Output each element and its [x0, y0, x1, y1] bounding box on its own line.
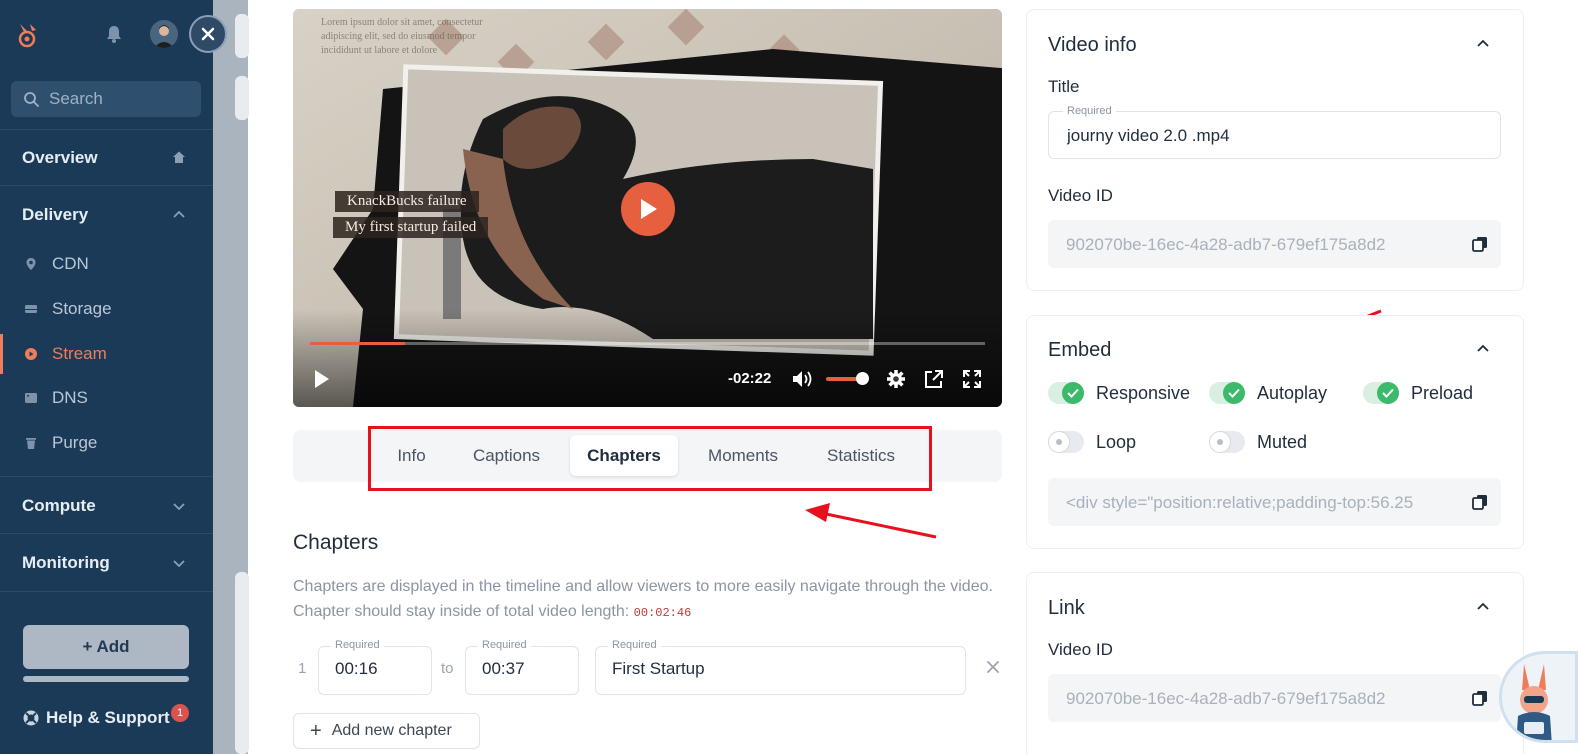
- toggle-loop[interactable]: Loop: [1048, 431, 1136, 453]
- embed-code-field: <div style="position:relative;padding-to…: [1048, 478, 1501, 526]
- title-input[interactable]: [1067, 126, 1447, 146]
- video-info-title: Video info: [1048, 34, 1137, 56]
- toggle-label: Preload: [1411, 382, 1474, 403]
- plus-icon: +: [310, 719, 322, 742]
- toggle-autoplay[interactable]: Autoplay: [1209, 382, 1327, 404]
- toggle-muted[interactable]: Muted: [1209, 431, 1307, 453]
- title-field-label: Title: [1048, 77, 1080, 96]
- close-icon: [201, 27, 215, 41]
- video-id-label: Video ID: [1048, 186, 1113, 205]
- check-icon: [1062, 382, 1084, 404]
- chevron-up-icon[interactable]: [1475, 340, 1491, 356]
- copy-icon[interactable]: [1471, 493, 1489, 511]
- chapters-title: Chapters: [293, 531, 379, 554]
- field-required-label: Required: [608, 639, 661, 651]
- toggle-responsive[interactable]: Responsive: [1048, 382, 1190, 404]
- check-icon: [1223, 382, 1245, 404]
- link-video-id-field: 902070be-16ec-4a28-adb7-679ef175a8d2: [1048, 674, 1501, 722]
- link-video-id-value: 902070be-16ec-4a28-adb7-679ef175a8d2: [1066, 689, 1386, 708]
- field-required-label: Required: [331, 639, 384, 651]
- field-required-label: Required: [1063, 105, 1116, 117]
- field-required-label: Required: [478, 639, 531, 651]
- embed-title: Embed: [1048, 339, 1112, 361]
- total-video-length: 00:02:46: [633, 606, 692, 620]
- chapter-end-field[interactable]: Required: [465, 639, 579, 695]
- to-label: to: [441, 660, 454, 677]
- chapter-end-input[interactable]: [482, 659, 572, 679]
- toggle-switch[interactable]: [1209, 431, 1245, 453]
- add-chapter-label: Add new chapter: [331, 722, 452, 739]
- annotation-arrow: [805, 503, 937, 539]
- chapter-start-input[interactable]: [335, 659, 425, 679]
- toggle-label: Muted: [1257, 431, 1308, 452]
- support-bot-icon: [1516, 664, 1552, 740]
- close-sidebar-button[interactable]: [189, 15, 227, 53]
- video-id-field: 902070be-16ec-4a28-adb7-679ef175a8d2: [1048, 220, 1501, 268]
- chapter-row-index: 1: [298, 660, 307, 677]
- link-video-id-label: Video ID: [1048, 640, 1113, 659]
- add-chapter-button[interactable]: + Add new chapter: [293, 713, 480, 749]
- link-title: Link: [1048, 597, 1085, 619]
- chapters-description: Chapters are displayed in the timeline a…: [293, 574, 993, 626]
- toggle-switch[interactable]: [1363, 382, 1399, 404]
- chevron-up-icon[interactable]: [1475, 598, 1491, 614]
- check-icon: [1377, 382, 1399, 404]
- chevron-up-icon[interactable]: [1475, 35, 1491, 51]
- embed-code-value: <div style="position:relative;padding-to…: [1066, 493, 1414, 512]
- remove-chapter-icon[interactable]: [985, 659, 1001, 675]
- video-id-value: 902070be-16ec-4a28-adb7-679ef175a8d2: [1066, 235, 1386, 254]
- toggle-label: Loop: [1096, 431, 1137, 452]
- title-field[interactable]: Required: [1048, 105, 1501, 159]
- chapter-title-input[interactable]: [612, 659, 908, 679]
- toggle-switch[interactable]: [1209, 382, 1245, 404]
- chapter-start-field[interactable]: Required: [318, 639, 432, 695]
- chapter-title-field[interactable]: Required: [595, 639, 966, 695]
- toggle-label: Autoplay: [1257, 382, 1328, 403]
- toggle-label: Responsive: [1096, 382, 1191, 403]
- copy-icon[interactable]: [1471, 689, 1489, 707]
- toggle-knob: [1209, 431, 1231, 453]
- toggle-switch[interactable]: [1048, 431, 1084, 453]
- toggle-switch[interactable]: [1048, 382, 1084, 404]
- link-panel: [1026, 572, 1524, 754]
- copy-icon[interactable]: [1471, 235, 1489, 253]
- toggle-preload[interactable]: Preload: [1363, 382, 1473, 404]
- toggle-knob: [1048, 431, 1070, 453]
